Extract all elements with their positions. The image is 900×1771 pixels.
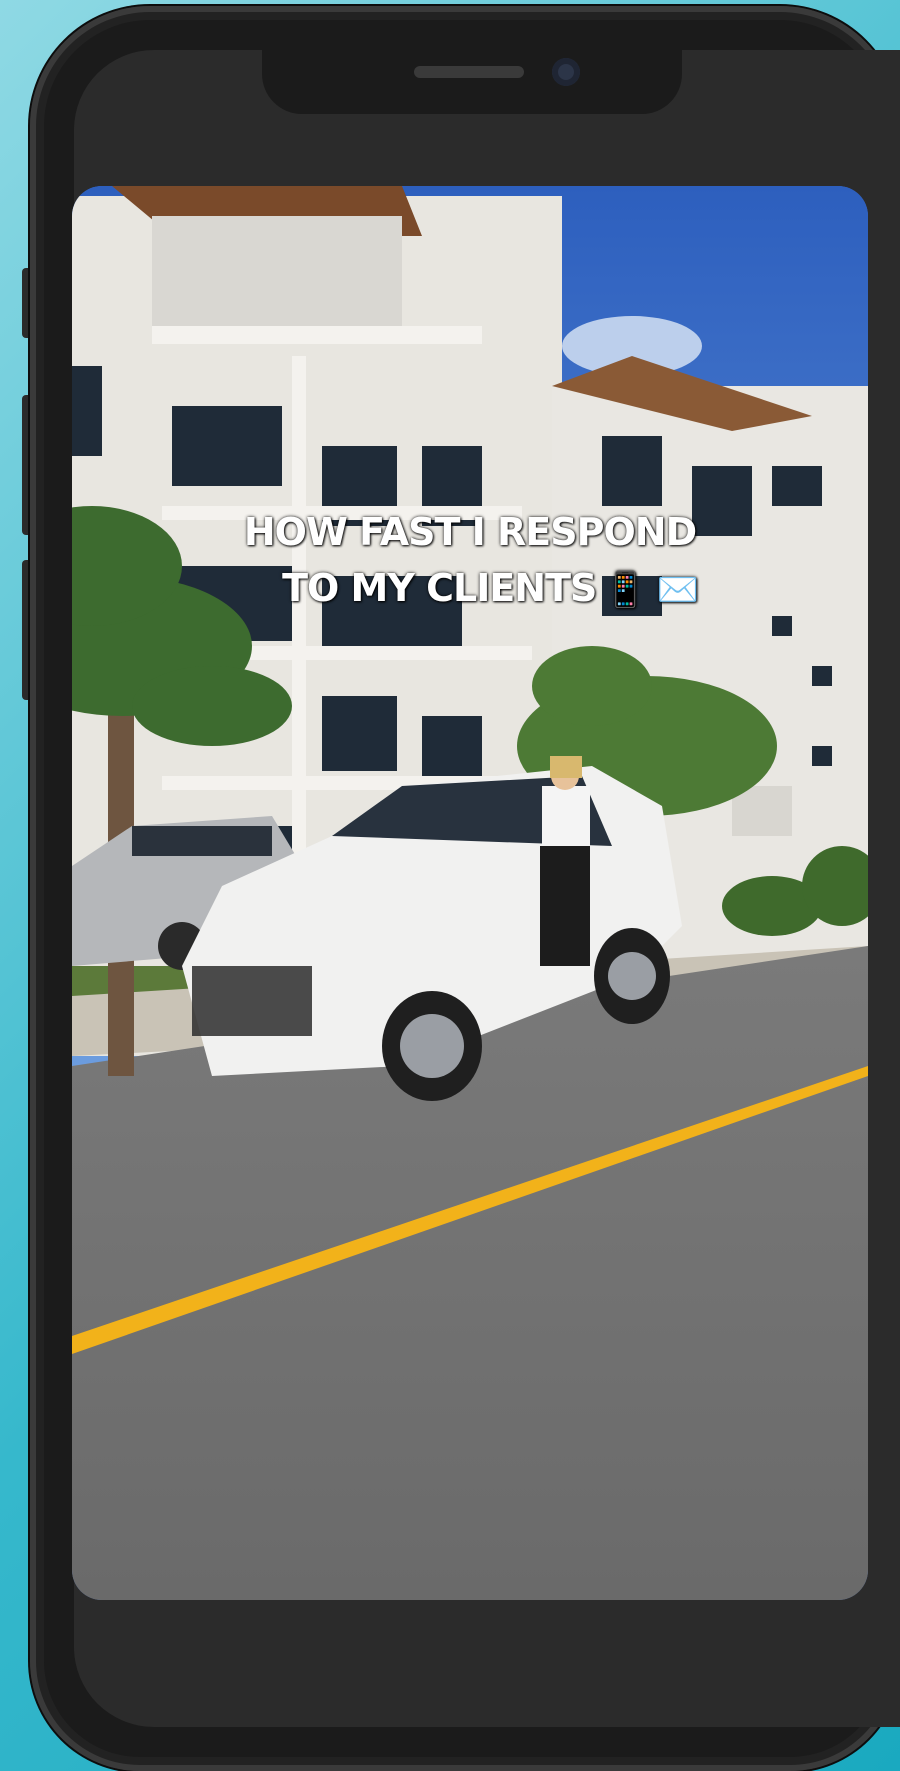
speaker-icon [414,66,524,78]
camera-icon [552,58,580,86]
caption-line-2: TO MY CLIENTS 📱 ✉️ [72,560,868,618]
video-caption: HOW FAST I RESPOND TO MY CLIENTS 📱 ✉️ [72,504,868,618]
caption-line-2-text: TO MY CLIENTS [282,566,597,610]
video-frame [72,186,868,1600]
video-screen[interactable]: HOW FAST I RESPOND TO MY CLIENTS 📱 ✉️ [72,186,868,1600]
phone-mail-emoji: 📱 ✉️ [604,570,699,610]
caption-line-1: HOW FAST I RESPOND [243,510,697,554]
phone-notch [262,44,682,114]
